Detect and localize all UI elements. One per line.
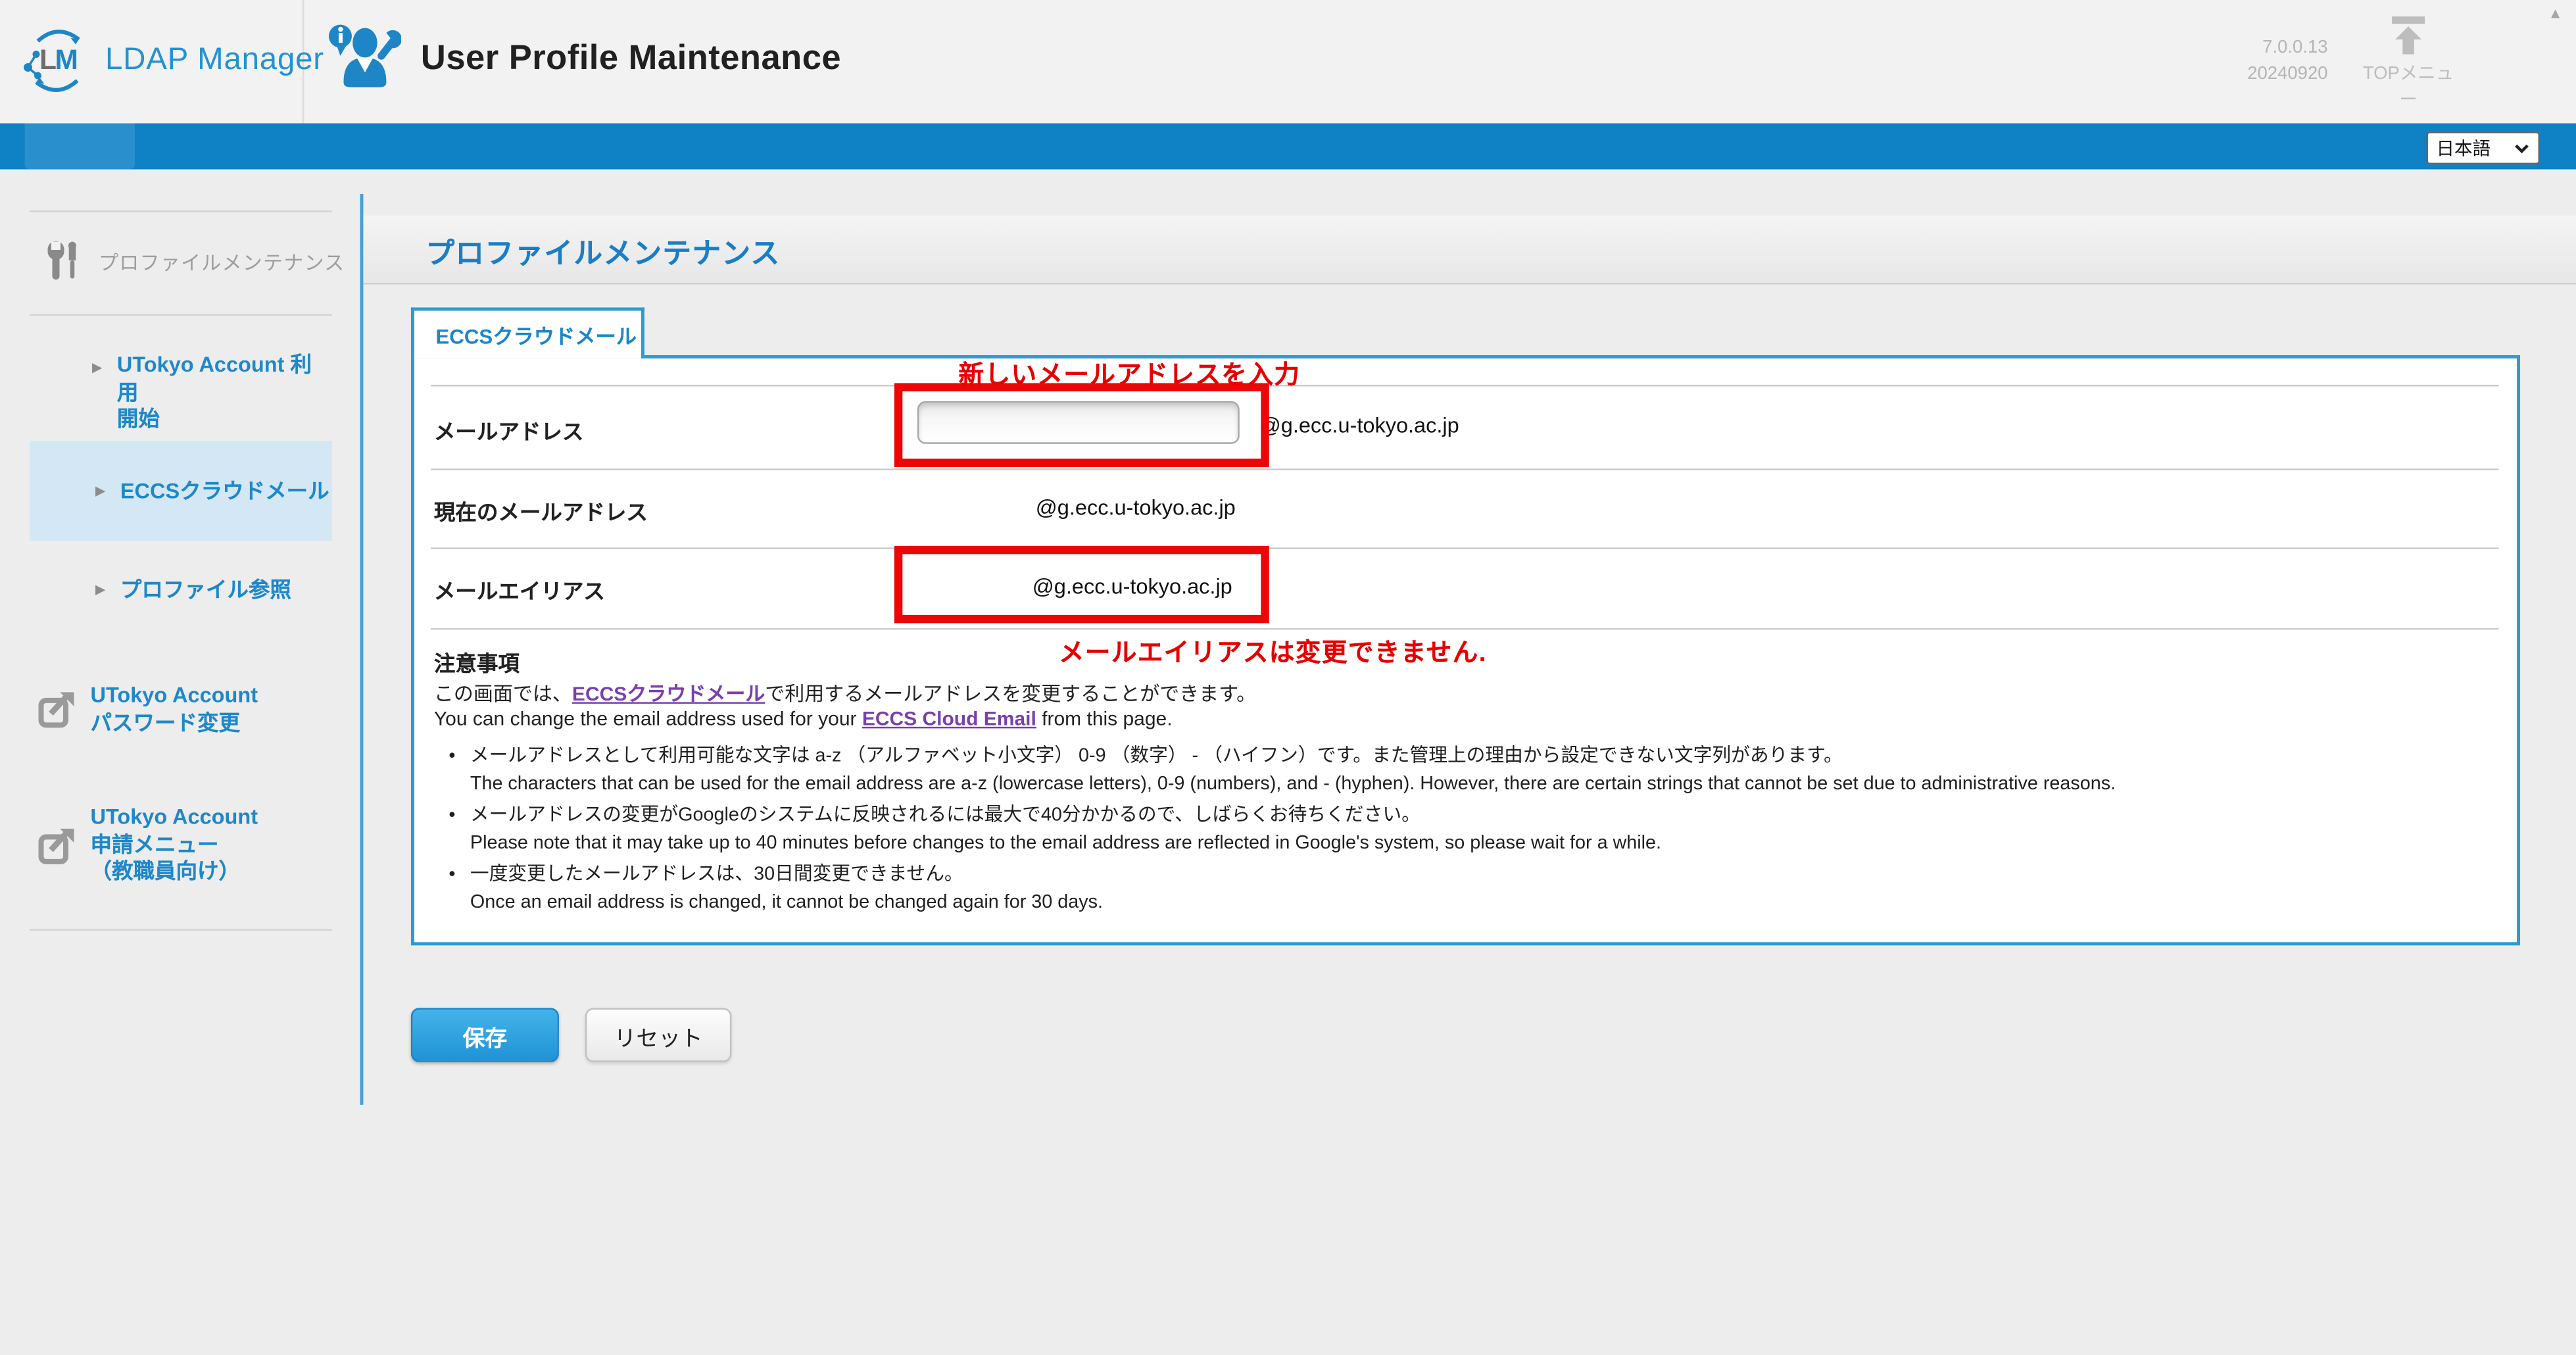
list-item: 一度変更したメールアドレスは、30日間変更できません。 Once an emai… <box>470 862 2476 916</box>
external-link-icon <box>37 825 75 866</box>
logo-text: LDAP Manager <box>105 43 324 79</box>
reset-button[interactable]: リセット <box>585 1008 731 1062</box>
sidebar-item-label: 申請メニュー <box>90 831 218 856</box>
sidebar-item-application-menu[interactable]: UTokyo Account 申請メニュー （教職員向け） <box>37 804 258 885</box>
mail-domain-suffix: @g.ecc.u-tokyo.ac.jp <box>1259 412 1459 437</box>
sidebar-item-label: UTokyo Account <box>90 804 258 828</box>
version-info: 7.0.0.13 20240920 <box>2190 34 2328 87</box>
logo-letters: LM <box>39 44 76 77</box>
mail-address-label: メールアドレス <box>434 414 584 445</box>
eccs-cloud-email-link[interactable]: ECCS Cloud Email <box>862 707 1036 730</box>
top-menu-button[interactable]: TOPメニュー <box>2358 16 2460 112</box>
row-separator <box>431 385 2499 386</box>
sidebar-item-label: パスワード変更 <box>90 710 240 734</box>
sidebar-item-label: （教職員向け） <box>90 858 240 883</box>
top-arrow-icon <box>2387 16 2430 56</box>
row-separator <box>431 468 2499 470</box>
app-root: LM LDAP Manager User Profile Maintenanc <box>0 0 2576 1355</box>
annotation-new-address: 新しいメールアドレスを入力 <box>958 355 1300 391</box>
triangle-bullet-icon: ▶ <box>92 360 102 433</box>
notes-bullet-list: メールアドレスとして利用可能な文字は a-z （アルファベット小文字） 0-9 … <box>470 743 2476 921</box>
notes-heading: 注意事項 <box>434 646 520 677</box>
row-separator <box>431 547 2499 549</box>
content-heading: プロファイルメンテナンス <box>425 232 780 272</box>
sidebar-divider <box>30 314 332 315</box>
current-mail-address-value: @g.ecc.u-tokyo.ac.jp <box>1036 495 1236 519</box>
scroll-up-icon[interactable]: ▲ <box>2548 5 2563 21</box>
sidebar-item-eccs-cloud-mail[interactable]: ▶ ECCSクラウドメール <box>95 478 329 505</box>
annotation-box-mail-alias <box>894 546 1269 623</box>
notes-line-en: You can change the email address used fo… <box>434 707 1173 730</box>
notes-line-jp: この画面では、ECCSクラウドメールで利用するメールアドレスを変更することができ… <box>434 679 1256 706</box>
current-mail-address-label: 現在のメールアドレス <box>434 495 648 526</box>
row-separator <box>431 628 2499 629</box>
build-date: 20240920 <box>2190 61 2328 87</box>
sidebar-item-label: UTokyo Account 利用 <box>117 352 312 404</box>
annotation-alias-unchangeable: メールエイリアスは変更できません. <box>1059 633 1487 669</box>
sidebar-section-label: プロファイルメンテナンス <box>99 248 345 276</box>
chevron-down-icon <box>2514 142 2530 153</box>
triangle-bullet-icon: ▶ <box>95 483 105 506</box>
tab-eccs-cloud-mail[interactable]: ECCSクラウドメール <box>411 307 644 358</box>
sidebar-item-password-change[interactable]: UTokyo Account パスワード変更 <box>37 682 258 736</box>
page-title: User Profile Maintenance <box>421 39 841 78</box>
sidebar-item-label: プロファイル参照 <box>120 577 291 604</box>
sidebar-item-label: 開始 <box>117 406 160 430</box>
top-menu-label: TOPメニュー <box>2363 64 2454 110</box>
title-block: User Profile Maintenance <box>326 21 841 95</box>
save-button[interactable]: 保存 <box>411 1008 559 1062</box>
sidebar-divider <box>30 929 332 930</box>
list-item: メールアドレスとして利用可能な文字は a-z （アルファベット小文字） 0-9 … <box>470 743 2476 797</box>
app-logo[interactable]: LM LDAP Manager <box>21 24 324 97</box>
user-profile-icon <box>326 21 401 95</box>
sidebar-item-utokyo-account-start[interactable]: ▶ UTokyo Account 利用 開始 <box>92 352 332 433</box>
sidebar-item-profile-reference[interactable]: ▶ プロファイル参照 <box>95 577 291 604</box>
header: LM LDAP Manager User Profile Maintenanc <box>0 0 2576 123</box>
annotation-box-mail-address <box>894 383 1269 466</box>
sidebar-section-profile-maintenance: プロファイルメンテナンス <box>44 240 345 284</box>
nav-bar <box>0 123 2576 169</box>
sidebar-item-label: ECCSクラウドメール <box>120 478 329 505</box>
sidebar-main-separator <box>360 194 363 1105</box>
language-selected: 日本語 <box>2437 135 2491 161</box>
external-link-icon <box>37 689 75 729</box>
tools-icon <box>44 240 80 284</box>
version-number: 7.0.0.13 <box>2190 34 2328 61</box>
language-select[interactable]: 日本語 <box>2427 132 2540 164</box>
nav-active-tab[interactable] <box>24 123 134 169</box>
list-item: メールアドレスの変更がGoogleのシステムに反映されるには最大で40分かかるの… <box>470 802 2476 856</box>
sidebar-divider <box>30 210 332 212</box>
ldap-manager-logo-icon: LM <box>21 24 93 97</box>
mail-alias-label: メールエイリアス <box>434 574 605 604</box>
triangle-bullet-icon: ▶ <box>95 582 105 604</box>
sidebar-item-label: UTokyo Account <box>90 682 258 706</box>
eccs-cloud-mail-link[interactable]: ECCSクラウドメール <box>572 682 765 705</box>
